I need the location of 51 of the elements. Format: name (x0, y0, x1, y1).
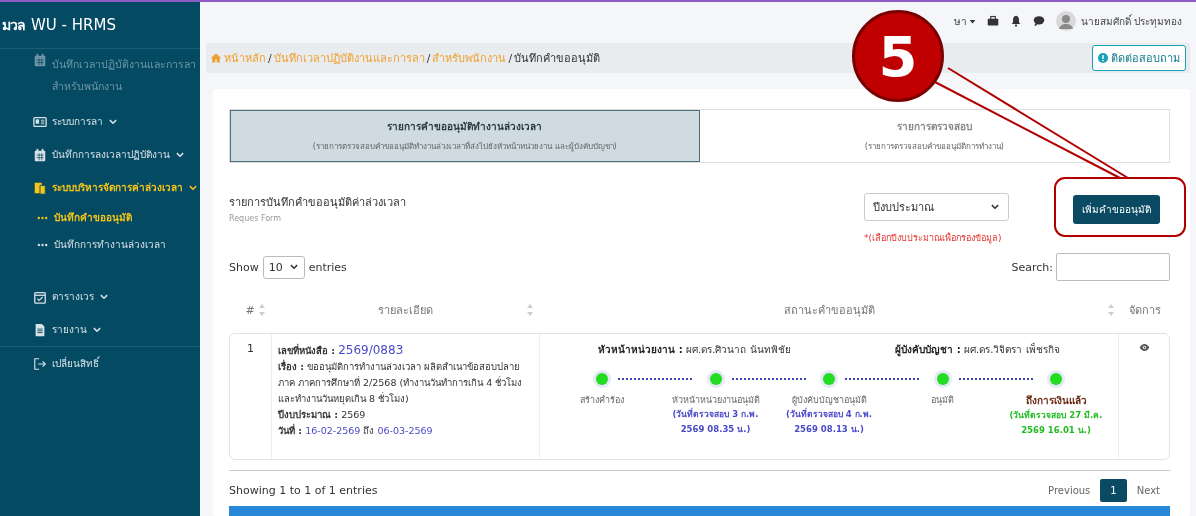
show-label: Show (229, 260, 259, 274)
tab[interactable]: รายการคำขออนุมัติทำงานล่วงเวลา (รายการตรวจสอบคำขออนุมัติทำงานล่วงเวลาที่ส่งไปยังหัวหน้าหน่วยงาน และผู้บังคับบัญชา) (230, 110, 700, 162)
pagination-button[interactable]: Previous (1038, 479, 1101, 502)
budget-year-select[interactable]: ปีงบประมาณ (864, 193, 1009, 221)
sidebar-item[interactable]: เปลี่ยนสิทธิ์ (33, 347, 200, 380)
step-label: อนุมัติ (931, 394, 954, 407)
language-menu[interactable]: ษา (953, 13, 967, 29)
breadcrumb-item: บันทึกคำขออนุมัติ (514, 51, 601, 68)
sidebar-subitem[interactable]: บันทึกการทำงานล่วงเวลา (33, 231, 200, 258)
app-title: WU - HRMS (31, 16, 116, 34)
step-label: ถึงการเงินแล้ว (1025, 394, 1087, 408)
row-number: 1 (230, 334, 272, 459)
contact-button[interactable]: ติดต่อสอบถาม (1092, 45, 1186, 72)
breadcrumb-separator: / (268, 51, 272, 65)
search-label: Search: (1011, 260, 1053, 274)
entries-info: Showing 1 to 1 of 1 entries (229, 484, 378, 497)
user-name[interactable]: นายสมศักดิ์ ประทุมทอง (1080, 13, 1182, 29)
sidebar-header: บันทึกเวลาปฏิบัติงานและการลา สำหรับพนักงาน (33, 49, 200, 105)
column-header[interactable]: จัดการ (1129, 301, 1161, 319)
document-number: เลขที่หนังสือ : 2569/0883 (278, 342, 405, 359)
sidebar-item[interactable]: ตารางเวร (33, 280, 200, 313)
sidebar-item[interactable]: ระบบบริหารจัดการค่าล่วงเวลา (33, 171, 200, 204)
add-request-button[interactable]: เพิ่มคำขออนุมัติ (1072, 195, 1160, 224)
budget-year-text: ปีงบประมาณ : 2569 (278, 408, 367, 422)
step-label: สร้างคำร้อง (580, 394, 624, 407)
step-date: (วันที่ตรวจสอบ 4 ก.พ. 2569 08.13 น.) (784, 407, 874, 436)
filter-hint: *(เลือกปีงบประมาณเพื่อกรองข้อมูล) (864, 231, 1003, 245)
date-range: วันที่ : 16-02-2569 ถึง 06-03-2569 (278, 423, 434, 438)
list-subtitle: Reques Form (229, 214, 283, 223)
step-label: หัวหน้าหน่วยงานอนุมัติ (671, 394, 760, 407)
sidebar-item[interactable]: รายงาน (33, 313, 200, 346)
sidebar-subitem[interactable]: บันทึกคำขออนุมัติ (33, 204, 200, 231)
approver-text: หัวหน้าหน่วยงาน : ผศ.ดร.ศิวนาถ นันทพิชัย (598, 343, 791, 357)
entries-label: entries (308, 260, 347, 274)
step-label: ผู้บังคับบัญชาอนุมัติ (791, 394, 867, 407)
logo: มวล (2, 16, 25, 35)
column-header[interactable]: รายละเอียด (377, 301, 433, 319)
pagination-button[interactable]: Next (1126, 479, 1170, 502)
subject-text: เรื่อง : ขออนุมัติการทำงานล่วงเวลา ผลิตสำเนาข้อสอบปลายภาค ภาคการศึกษาที่ 2/2568 (ทำงานวันทำการเกิน 4 ชั่วโมง และทำงานวันหยุดเกิน 8 ชั่วโมง) (278, 359, 524, 407)
breadcrumb-separator: / (426, 51, 431, 65)
step-date: (วันที่ตรวจสอบ 3 ก.พ. 2569 08.35 น.) (671, 407, 760, 436)
column-header[interactable]: สถานะคำขออนุมัติ (784, 301, 875, 319)
page-length-select[interactable]: 10 (262, 255, 305, 279)
step-date: (วันที่ตรวจสอบ 27 มี.ค. 2569 16.01 น.) (1008, 408, 1104, 437)
pagination-button[interactable]: 1 (1100, 479, 1127, 502)
sidebar-item[interactable]: ระบบการลา (33, 105, 200, 138)
approver-text: ผู้บังคับบัญชา : ผศ.ดร.วิจิตรา เพ็ชรกิจ (895, 342, 1060, 357)
column-header[interactable]: # (245, 303, 255, 317)
breadcrumb-separator: / (508, 51, 513, 65)
list-title: รายการบันทึกคำขออนุมัติค่าล่วงเวลา (229, 195, 406, 211)
sidebar-item[interactable]: บันทึกการลงเวลาปฏิบัติงาน (33, 138, 200, 171)
